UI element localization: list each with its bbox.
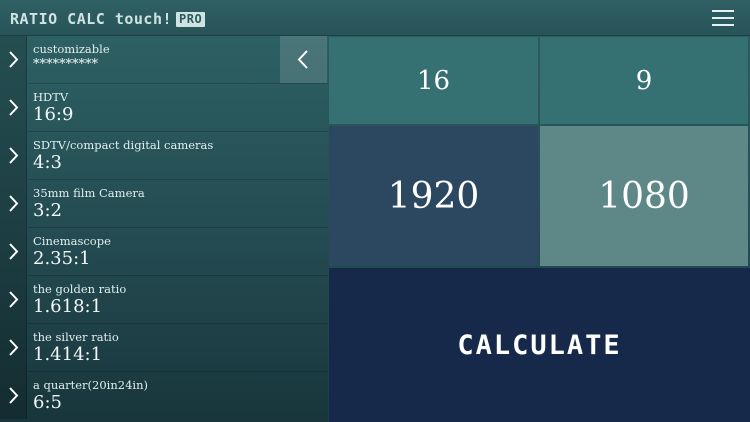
chevron-right-icon bbox=[0, 324, 27, 371]
app-header: RATIO CALC touch! PRO bbox=[0, 0, 750, 36]
pro-badge: PRO bbox=[176, 11, 206, 27]
preset-item-cinemascope[interactable]: Cinemascope 2.35:1 bbox=[0, 228, 328, 276]
chevron-right-icon bbox=[0, 276, 27, 323]
preset-sidebar: customizable ********** HDTV 16:9 SDTV/c… bbox=[0, 36, 328, 422]
preset-ratio: 6:5 bbox=[33, 392, 62, 413]
preset-item-35mm[interactable]: 35mm film Camera 3:2 bbox=[0, 180, 328, 228]
chevron-right-icon bbox=[0, 180, 27, 227]
preset-ratio: 2.35:1 bbox=[33, 248, 91, 269]
preset-name: SDTV/compact digital cameras bbox=[33, 138, 214, 152]
ratio-height-field[interactable]: 9 bbox=[540, 37, 748, 124]
preset-item-quarter[interactable]: a quarter(20in24in) 6:5 bbox=[0, 372, 328, 420]
preset-ratio: 1.618:1 bbox=[33, 296, 103, 317]
preset-item-sdtv[interactable]: SDTV/compact digital cameras 4:3 bbox=[0, 132, 328, 180]
collapse-sidebar-button[interactable] bbox=[280, 36, 327, 83]
app-title: RATIO CALC touch! PRO bbox=[10, 8, 206, 30]
chevron-right-icon bbox=[0, 228, 27, 275]
preset-ratio: ********** bbox=[33, 57, 98, 72]
pixel-height-field[interactable]: 1080 bbox=[540, 126, 748, 266]
preset-item-golden-ratio[interactable]: the golden ratio 1.618:1 bbox=[0, 276, 328, 324]
preset-name: Cinemascope bbox=[33, 234, 111, 248]
pixel-width-field[interactable]: 1920 bbox=[329, 126, 538, 266]
app-title-text: RATIO CALC touch! bbox=[10, 10, 173, 28]
chevron-right-icon bbox=[0, 84, 27, 131]
preset-name: the silver ratio bbox=[33, 330, 119, 344]
preset-ratio: 1.414:1 bbox=[33, 344, 103, 365]
preset-item-hdtv[interactable]: HDTV 16:9 bbox=[0, 84, 328, 132]
calculate-button[interactable]: CALCULATE bbox=[329, 268, 750, 422]
chevron-right-icon bbox=[0, 132, 27, 179]
preset-name: HDTV bbox=[33, 90, 69, 104]
preset-name: 35mm film Camera bbox=[33, 186, 145, 200]
chevron-right-icon bbox=[0, 36, 27, 83]
preset-name: customizable bbox=[33, 42, 110, 56]
chevron-right-icon bbox=[0, 372, 27, 419]
ratio-width-field[interactable]: 16 bbox=[329, 37, 538, 124]
preset-ratio: 3:2 bbox=[33, 200, 62, 221]
preset-name: a quarter(20in24in) bbox=[33, 378, 148, 392]
app-window: RATIO CALC touch! PRO customizable *****… bbox=[0, 0, 750, 422]
preset-name: the golden ratio bbox=[33, 282, 127, 296]
preset-item-customizable[interactable]: customizable ********** bbox=[0, 36, 328, 84]
preset-item-silver-ratio[interactable]: the silver ratio 1.414:1 bbox=[0, 324, 328, 372]
hamburger-menu-icon[interactable] bbox=[712, 9, 734, 27]
preset-ratio: 4:3 bbox=[33, 152, 62, 173]
preset-ratio: 16:9 bbox=[33, 104, 74, 125]
chevron-left-icon bbox=[297, 50, 308, 69]
